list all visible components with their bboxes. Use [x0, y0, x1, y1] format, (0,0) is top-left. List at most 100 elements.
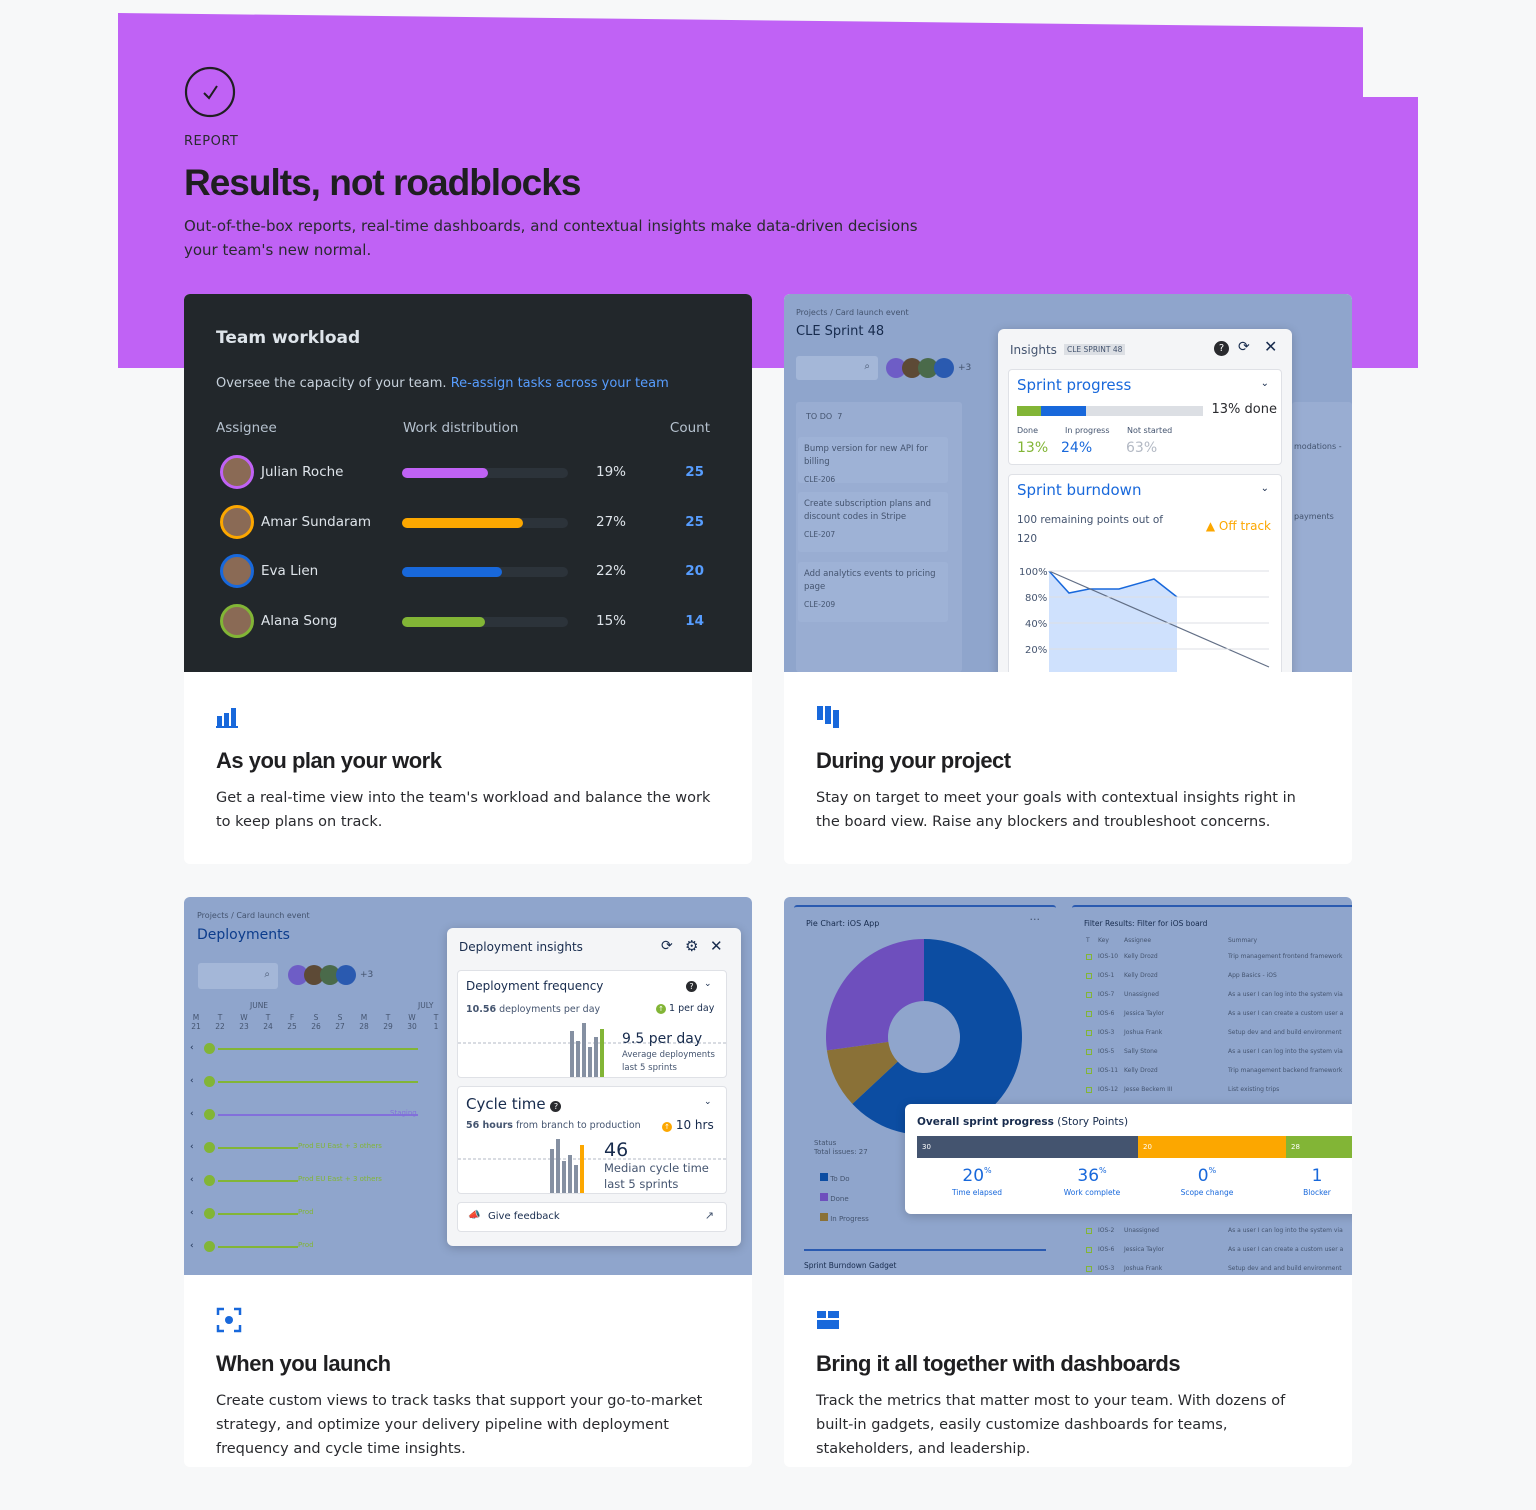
notstarted-value: 63% — [1126, 440, 1158, 456]
col-assignee: Assignee — [216, 420, 277, 436]
chevron-down-icon[interactable]: ⌄ — [704, 1097, 712, 1107]
workload-desc: Oversee the capacity of your team. Re-as… — [216, 376, 669, 391]
filter-title: Filter Results: Filter for iOS board — [1084, 919, 1208, 928]
filter-row[interactable]: IOS-1 Kelly Drozd App Basics - iOS — [1084, 970, 1352, 984]
stat-suffix: % — [1099, 1166, 1107, 1175]
deployment-lane[interactable]: ‹ Prod EU East + 3 others — [184, 1136, 446, 1169]
avatar — [934, 358, 954, 378]
overall-title-row: Overall sprint progress (Story Points) — [917, 1116, 1128, 1128]
stat-value: 0 — [1197, 1166, 1209, 1186]
freq-caption: last 5 sprints — [622, 1063, 677, 1073]
filter-header-row: T Key Assignee Summary — [1084, 937, 1352, 949]
chevron-down-icon[interactable]: ⌄ — [1261, 378, 1269, 389]
deployment-lane[interactable]: ‹ Prod — [184, 1202, 446, 1235]
card-desc: Stay on target to meet your goals with c… — [816, 790, 1296, 830]
overall-unit: (Story Points) — [1057, 1116, 1129, 1128]
stat-suffix: % — [1208, 1166, 1217, 1175]
breadcrumb: Projects / Card launch event — [796, 308, 909, 317]
issue-key: IOS-3 — [1098, 1029, 1115, 1036]
avatar-group[interactable]: +3 — [288, 965, 388, 987]
task-count: 25 — [685, 464, 704, 480]
deploy-search-input[interactable]: ⌕ — [198, 963, 278, 989]
chevron-down-icon[interactable]: ⌄ — [704, 979, 712, 989]
help-icon[interactable]: ? — [1214, 341, 1229, 356]
story-icon — [1086, 1068, 1092, 1074]
legend-item: To Do — [820, 1169, 869, 1189]
chevron-down-icon[interactable]: ⌄ — [1261, 483, 1269, 494]
gear-icon[interactable]: ⚙ — [685, 937, 698, 955]
deployment-lane[interactable]: ‹ Staging — [184, 1103, 446, 1136]
board-search-input[interactable]: ⌕ — [796, 356, 878, 380]
stat-value-row: 20% — [937, 1166, 1017, 1186]
distribution-percent: 19% — [596, 464, 627, 480]
external-link-icon: ↗ — [704, 1209, 714, 1222]
deployment-lane[interactable]: ‹ — [184, 1070, 446, 1103]
team-workload-screenshot: Team workload Oversee the capacity of yo… — [184, 294, 752, 672]
burndown-gadget-title: Sprint Burndown Gadget — [804, 1261, 897, 1270]
todo-label: TO DO — [806, 412, 833, 421]
filter-row[interactable]: IOS-6 Jessica Taylor As a user I can creat… — [1084, 1008, 1352, 1022]
close-icon[interactable]: ✕ — [710, 937, 723, 955]
lane-line — [218, 1081, 418, 1083]
off-track-label: ▲ Off track — [1206, 519, 1271, 533]
assignee-name: Julian Roche — [261, 464, 344, 480]
filter-row[interactable]: IOS-5 Sally Stone As a user I can log into… — [1084, 1046, 1352, 1060]
lane-line — [218, 1180, 298, 1182]
close-icon[interactable]: ✕ — [1264, 337, 1277, 356]
avatar — [220, 455, 254, 489]
deployment-lane[interactable]: ‹ Prod EU East + 3 others — [184, 1169, 446, 1202]
give-feedback-button[interactable]: 📣 Give feedback ↗ — [457, 1202, 727, 1232]
help-icon[interactable]: ? — [686, 981, 697, 992]
card-title: When you launch — [216, 1351, 391, 1376]
status-label: Status — [814, 1139, 837, 1147]
issue-card[interactable]: Create subscription plans and discount c… — [798, 492, 948, 552]
distribution-fill — [402, 567, 502, 577]
insights-title: Insights — [1010, 343, 1057, 357]
workload-desc-text: Oversee the capacity of your team. — [216, 376, 447, 391]
feature-card-plan: Team workload Oversee the capacity of yo… — [184, 294, 752, 864]
filter-row[interactable]: IOS-11 Kelly Drozd Trip management backend… — [1084, 1065, 1352, 1079]
refresh-icon[interactable]: ⟳ — [1238, 339, 1250, 355]
workload-title: Team workload — [216, 328, 361, 348]
filter-row[interactable]: IOS-3 Joshua Frank Setup dev and and build… — [1084, 1263, 1352, 1275]
more-icon[interactable]: ··· — [1030, 913, 1041, 926]
workload-row[interactable]: Amar Sundaram 27% 25 — [216, 503, 720, 543]
progress-title: Sprint progress — [1017, 376, 1132, 394]
day-label: T 29 — [383, 1013, 393, 1031]
cycle-value: 56 hours — [466, 1120, 513, 1131]
workload-row[interactable]: Alana Song 15% 14 — [216, 602, 720, 642]
help-icon[interactable]: ? — [550, 1101, 562, 1112]
workload-row[interactable]: Julian Roche 19% 25 — [216, 453, 720, 493]
reassign-link[interactable]: Re-assign tasks across your team — [451, 376, 669, 391]
issue-summary: As a user I can create a custom user a — [1228, 1010, 1344, 1017]
deployment-lane[interactable]: ‹ — [184, 1037, 446, 1070]
workload-row[interactable]: Eva Lien 22% 20 — [216, 552, 720, 592]
avatar-group[interactable]: +3 — [886, 358, 986, 380]
filter-row[interactable]: IOS-7 Unassigned As a user I can log into … — [1084, 989, 1352, 1003]
filter-row[interactable]: IOS-3 Joshua Frank Setup dev and and build… — [1084, 1027, 1352, 1041]
stat-value: 36 — [1077, 1166, 1100, 1186]
day-label: F 25 — [287, 1013, 297, 1031]
avatar-more: +3 — [360, 970, 374, 980]
issue-card[interactable]: Bump version for new API for billing CLE-… — [798, 437, 948, 484]
issue-assignee: Kelly Drozd — [1124, 1067, 1158, 1074]
lane-line — [218, 1147, 298, 1149]
issue-key: IOS-1 — [1098, 972, 1115, 979]
filter-row[interactable]: IOS-2 Unassigned As a user I can log into … — [1084, 1225, 1352, 1239]
issue-summary: As a user I can create a custom user a — [1228, 1246, 1344, 1253]
issue-summary: Bump version for new API for billing — [804, 444, 928, 467]
cycle-time-widget: Cycle time ? ⌄ 56 hours from branch to p… — [457, 1086, 728, 1194]
feature-card-launch: Projects / Card launch event Deployments… — [184, 897, 752, 1467]
distribution-percent: 22% — [596, 563, 627, 579]
card-desc: Get a real-time view into the team's wor… — [216, 790, 711, 830]
y-tick-label: 80% — [1025, 593, 1047, 604]
issue-card[interactable]: Add analytics events to pricing page CLE-… — [798, 562, 948, 622]
filter-row[interactable]: IOS-6 Jessica Taylor As a user I can creat… — [1084, 1244, 1352, 1258]
filter-row[interactable]: IOS-10 Kelly Drozd Trip management fronten… — [1084, 951, 1352, 965]
filter-row[interactable]: IOS-12 Jesse Beckem III List existing trip… — [1084, 1084, 1352, 1098]
refresh-icon[interactable]: ⟳ — [661, 938, 673, 954]
board-icon — [817, 706, 839, 728]
issue-assignee: Sally Stone — [1124, 1048, 1158, 1055]
issue-key: IOS-3 — [1098, 1265, 1115, 1272]
deployment-lane[interactable]: ‹ Prod — [184, 1235, 446, 1268]
